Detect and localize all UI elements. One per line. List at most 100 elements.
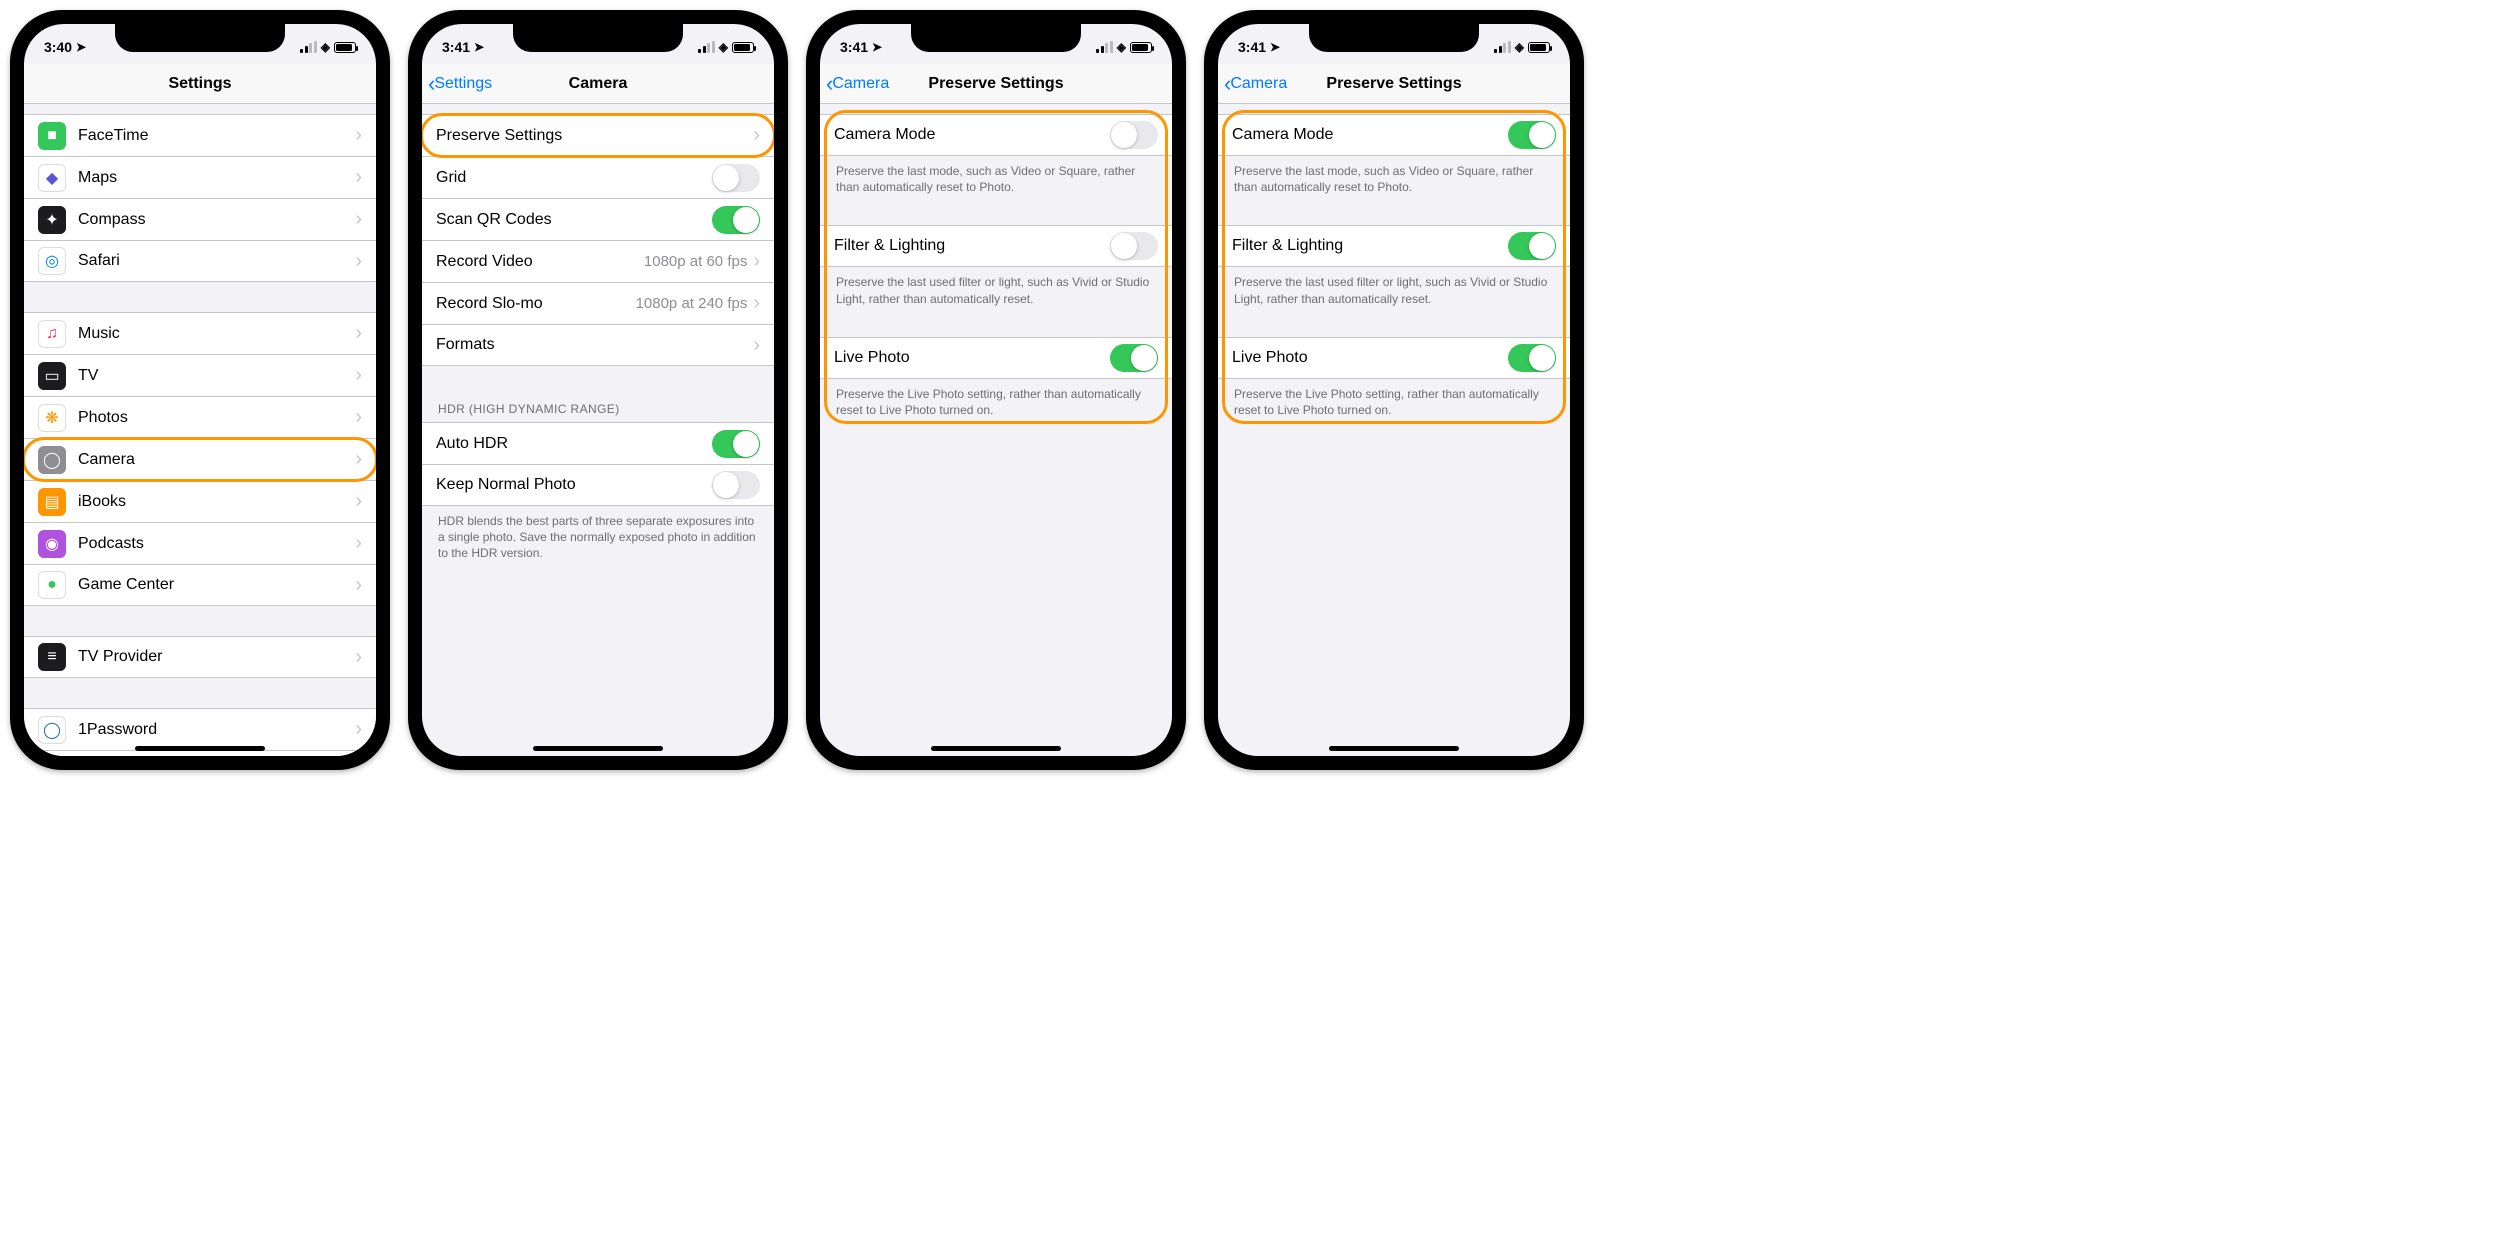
settings-row[interactable]: Preserve Settings› (422, 114, 774, 156)
row-label: Scan QR Codes (436, 211, 712, 229)
toggle-switch[interactable] (1508, 344, 1556, 372)
settings-row[interactable]: Record Video1080p at 60 fps› (422, 240, 774, 282)
podcasts-icon: ◉ (38, 530, 66, 558)
settings-row[interactable]: ◉ Podcasts› (24, 522, 376, 564)
back-button[interactable]: ‹Settings (428, 64, 492, 103)
row-label: Live Photo (834, 349, 1110, 367)
row-value: 1080p at 60 fps (644, 253, 747, 270)
navbar: ‹Settings Camera (422, 64, 774, 104)
chevron-right-icon: › (355, 406, 362, 429)
page-title: Camera (569, 75, 628, 93)
signal-icon (1096, 41, 1113, 53)
row-label: Music (78, 325, 355, 343)
home-indicator[interactable] (1329, 746, 1459, 751)
navbar: ‹Camera Preserve Settings (1218, 64, 1570, 104)
toggle-switch[interactable] (712, 471, 760, 499)
settings-row[interactable]: ◎Safari› (24, 240, 376, 282)
status-time: 3:41 (840, 39, 868, 55)
chevron-right-icon: › (355, 532, 362, 555)
home-indicator[interactable] (931, 746, 1061, 751)
wifi-icon: ◈ (321, 40, 330, 54)
section-footer: Preserve the last mode, such as Video or… (820, 156, 1172, 195)
toggle-switch[interactable] (1508, 232, 1556, 260)
toggle-switch[interactable] (712, 164, 760, 192)
chevron-right-icon: › (355, 490, 362, 513)
settings-row[interactable]: ◆Maps› (24, 156, 376, 198)
toggle-switch[interactable] (1110, 121, 1158, 149)
back-button[interactable]: ‹Camera (826, 64, 889, 103)
settings-row[interactable]: Record Slo-mo1080p at 240 fps› (422, 282, 774, 324)
settings-row[interactable]: Auto HDR (422, 422, 774, 464)
tv-icon: ▭ (38, 362, 66, 390)
location-icon: ➤ (474, 40, 484, 54)
row-label: Camera Mode (1232, 126, 1508, 144)
section-footer: Preserve the last mode, such as Video or… (1218, 156, 1570, 195)
settings-row[interactable]: Live Photo (820, 337, 1172, 379)
toggle-switch[interactable] (712, 430, 760, 458)
section-footer: HDR blends the best parts of three separ… (422, 506, 774, 562)
row-label: Podcasts (78, 535, 355, 553)
row-label: Photos (78, 409, 355, 427)
row-label: Safari (78, 252, 355, 270)
back-label: Camera (832, 75, 889, 93)
toggle-switch[interactable] (1110, 232, 1158, 260)
settings-row[interactable]: ❋ Photos› (24, 396, 376, 438)
chevron-right-icon: › (355, 574, 362, 597)
settings-row[interactable]: Grid (422, 156, 774, 198)
settings-row[interactable]: ▭TV› (24, 354, 376, 396)
settings-row[interactable]: Live Photo (1218, 337, 1570, 379)
chevron-right-icon: › (355, 208, 362, 231)
wifi-icon: ◈ (1515, 40, 1524, 54)
settings-row[interactable]: ✦Compass› (24, 198, 376, 240)
chevron-right-icon: › (753, 292, 760, 315)
settings-row[interactable]: ● Game Center› (24, 564, 376, 606)
status-time: 3:41 (1238, 39, 1266, 55)
settings-row[interactable]: Camera Mode (1218, 114, 1570, 156)
chevron-right-icon: › (355, 646, 362, 669)
tvprovider-icon: ≡ (38, 643, 66, 671)
settings-row[interactable]: Filter & Lighting (1218, 225, 1570, 267)
wifi-icon: ◈ (719, 40, 728, 54)
chevron-right-icon: › (753, 334, 760, 357)
settings-row[interactable]: ♫Music› (24, 312, 376, 354)
settings-row[interactable]: ▤iBooks› (24, 480, 376, 522)
chevron-right-icon: › (355, 124, 362, 147)
location-icon: ➤ (1270, 40, 1280, 54)
settings-row[interactable]: Formats› (422, 324, 774, 366)
toggle-switch[interactable] (1110, 344, 1158, 372)
settings-row[interactable]: ◯Camera› (24, 438, 376, 480)
toggle-switch[interactable] (1508, 121, 1556, 149)
chevron-right-icon: › (355, 166, 362, 189)
back-button[interactable]: ‹Camera (1224, 64, 1287, 103)
settings-row[interactable]: ■FaceTime› (24, 114, 376, 156)
chevron-right-icon: › (355, 364, 362, 387)
toggle-switch[interactable] (712, 206, 760, 234)
ibooks-icon: ▤ (38, 488, 66, 516)
settings-row[interactable]: Camera Mode (820, 114, 1172, 156)
gamecenter-icon: ● (38, 571, 66, 599)
row-label: Grid (436, 169, 712, 187)
music-icon: ♫ (38, 320, 66, 348)
row-label: Auto HDR (436, 435, 712, 453)
page-title: Settings (168, 75, 231, 93)
row-label: Filter & Lighting (1232, 237, 1508, 255)
chevron-right-icon: › (355, 448, 362, 471)
page-title: Preserve Settings (1326, 75, 1461, 93)
navbar: ‹CameraPreserve Settings (820, 64, 1172, 104)
photos-icon: ❋ (38, 404, 66, 432)
row-label: Camera (78, 451, 355, 469)
chevron-right-icon: › (355, 250, 362, 273)
settings-row[interactable]: Keep Normal Photo (422, 464, 774, 506)
section-footer: Preserve the last used filter or light, … (1218, 267, 1570, 306)
row-label: Record Slo-mo (436, 295, 636, 313)
row-label: Record Video (436, 253, 644, 271)
settings-row[interactable]: ◯1Password› (24, 708, 376, 750)
settings-row[interactable]: Scan QR Codes (422, 198, 774, 240)
settings-row[interactable]: ≡TV Provider› (24, 636, 376, 678)
home-indicator[interactable] (135, 746, 265, 751)
settings-row[interactable]: Filter & Lighting (820, 225, 1172, 267)
section-footer: Preserve the Live Photo setting, rather … (1218, 379, 1570, 418)
content: Camera ModePreserve the last mode, such … (820, 104, 1172, 756)
row-label: Game Center (78, 576, 355, 594)
home-indicator[interactable] (533, 746, 663, 751)
